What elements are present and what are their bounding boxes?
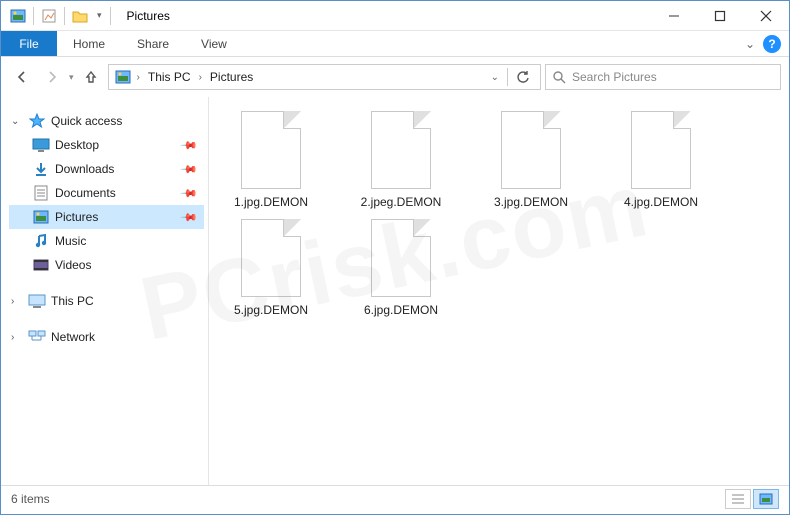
sidebar-item-label: Desktop <box>55 138 99 152</box>
sidebar-item-music[interactable]: Music <box>9 229 204 253</box>
file-name: 4.jpg.DEMON <box>624 195 698 209</box>
file-name: 1.jpg.DEMON <box>234 195 308 209</box>
sidebar-item-pictures[interactable]: Pictures 📌 <box>9 205 204 229</box>
file-item[interactable]: 4.jpg.DEMON <box>607 109 715 209</box>
qat-dropdown-icon[interactable]: ▾ <box>93 10 106 21</box>
file-icon <box>239 109 303 191</box>
file-icon <box>499 109 563 191</box>
file-item[interactable]: 6.jpg.DEMON <box>347 217 455 317</box>
file-name: 6.jpg.DEMON <box>364 303 438 317</box>
search-input[interactable] <box>572 70 774 84</box>
pin-icon: 📌 <box>180 160 199 179</box>
sidebar-item-videos[interactable]: Videos <box>9 253 204 277</box>
file-name: 2.jpeg.DEMON <box>361 195 442 209</box>
search-icon <box>552 70 566 84</box>
file-item[interactable]: 2.jpeg.DEMON <box>347 109 455 209</box>
sidebar-item-documents[interactable]: Documents 📌 <box>9 181 204 205</box>
sidebar-item-label: Videos <box>55 258 91 272</box>
app-icon <box>7 5 29 27</box>
search-box[interactable] <box>545 64 781 90</box>
sidebar-item-downloads[interactable]: Downloads 📌 <box>9 157 204 181</box>
sidebar-network[interactable]: › Network <box>9 325 204 349</box>
address-bar[interactable]: › This PC › Pictures ⌄ <box>108 64 541 90</box>
file-icon <box>239 217 303 299</box>
pictures-icon <box>31 209 51 225</box>
item-count: 6 items <box>11 492 50 506</box>
videos-icon <box>31 257 51 273</box>
sidebar-label: Quick access <box>51 114 122 128</box>
file-list[interactable]: 1.jpg.DEMON 2.jpeg.DEMON 3.jpg.DEMON 4.j… <box>209 97 789 485</box>
details-view-button[interactable] <box>725 489 751 509</box>
ribbon: File Home Share View ⌄ ? <box>1 31 789 57</box>
sidebar-quick-access[interactable]: ⌄ Quick access <box>9 109 204 133</box>
address-dropdown-icon[interactable]: ⌄ <box>485 72 505 83</box>
this-pc-icon <box>27 293 47 309</box>
status-bar: 6 items <box>1 485 789 511</box>
window-title: Pictures <box>119 9 170 23</box>
nav-bar: ▾ › This PC › Pictures ⌄ <box>1 57 789 97</box>
minimize-button[interactable] <box>651 1 697 31</box>
refresh-button[interactable] <box>510 70 536 84</box>
icons-view-button[interactable] <box>753 489 779 509</box>
sidebar-this-pc[interactable]: › This PC <box>9 289 204 313</box>
file-item[interactable]: 5.jpg.DEMON <box>217 217 325 317</box>
file-name: 5.jpg.DEMON <box>234 303 308 317</box>
ribbon-tab-view[interactable]: View <box>185 31 243 56</box>
chevron-right-icon[interactable]: › <box>135 72 142 83</box>
sidebar-item-desktop[interactable]: Desktop 📌 <box>9 133 204 157</box>
music-icon <box>31 233 51 249</box>
pin-icon: 📌 <box>180 184 199 203</box>
network-icon <box>27 329 47 345</box>
sidebar-label: Network <box>51 330 95 344</box>
sidebar-item-label: Music <box>55 234 86 248</box>
title-bar: ▾ Pictures <box>1 1 789 31</box>
file-item[interactable]: 3.jpg.DEMON <box>477 109 585 209</box>
up-button[interactable] <box>78 64 104 90</box>
file-name: 3.jpg.DEMON <box>494 195 568 209</box>
downloads-icon <box>31 161 51 177</box>
help-icon[interactable]: ? <box>763 35 781 53</box>
file-icon <box>369 109 433 191</box>
file-menu[interactable]: File <box>1 31 57 56</box>
chevron-down-icon[interactable]: ⌄ <box>11 116 23 127</box>
chevron-right-icon[interactable]: › <box>11 332 23 343</box>
recent-locations-icon[interactable]: ▾ <box>69 72 74 83</box>
sidebar-label: This PC <box>51 294 94 308</box>
star-icon <box>27 113 47 129</box>
pin-icon: 📌 <box>180 208 199 227</box>
forward-button[interactable] <box>39 64 65 90</box>
breadcrumb-pictures[interactable]: Pictures <box>206 70 257 84</box>
sidebar-item-label: Downloads <box>55 162 114 176</box>
ribbon-expand-icon[interactable]: ⌄ <box>745 37 755 51</box>
desktop-icon <box>31 137 51 153</box>
documents-icon <box>31 185 51 201</box>
sidebar-item-label: Documents <box>55 186 116 200</box>
ribbon-tab-home[interactable]: Home <box>57 31 121 56</box>
back-button[interactable] <box>9 64 35 90</box>
sidebar-item-label: Pictures <box>55 210 98 224</box>
maximize-button[interactable] <box>697 1 743 31</box>
chevron-right-icon[interactable]: › <box>11 296 23 307</box>
file-item[interactable]: 1.jpg.DEMON <box>217 109 325 209</box>
breadcrumb-this-pc[interactable]: This PC <box>144 70 195 84</box>
close-button[interactable] <box>743 1 789 31</box>
pictures-location-icon <box>113 69 133 85</box>
pin-icon: 📌 <box>180 136 199 155</box>
qat-folder-icon[interactable] <box>69 5 91 27</box>
file-icon <box>629 109 693 191</box>
qat-properties-icon[interactable] <box>38 5 60 27</box>
ribbon-tab-share[interactable]: Share <box>121 31 185 56</box>
chevron-right-icon[interactable]: › <box>197 72 204 83</box>
sidebar: ⌄ Quick access Desktop 📌 Downloads 📌 Doc… <box>1 97 209 485</box>
file-icon <box>369 217 433 299</box>
